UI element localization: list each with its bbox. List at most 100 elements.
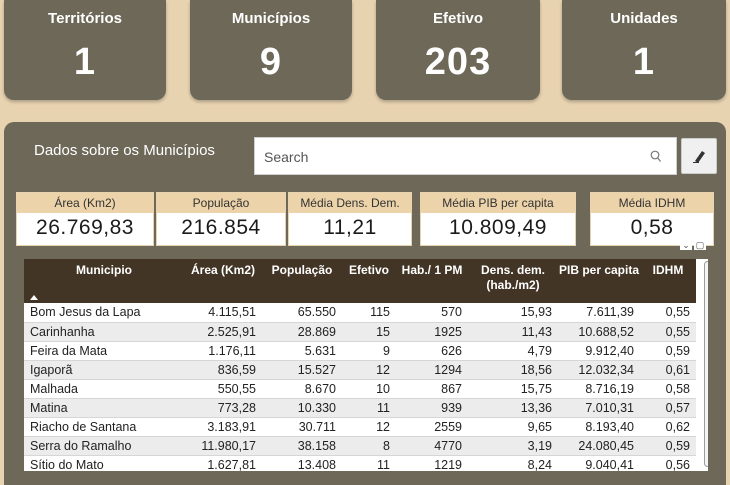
column-header-hab-pm[interactable]: Hab./ 1 PM	[396, 259, 468, 303]
table-cell: 5.631	[262, 341, 342, 361]
metric-value: 216.854	[181, 216, 261, 239]
search-icon[interactable]	[650, 150, 662, 164]
table-cell: 0,59	[640, 436, 696, 456]
table-cell: 13,36	[468, 398, 558, 418]
table-cell: 0,61	[640, 360, 696, 380]
table-cell: 15	[342, 322, 396, 342]
table-cell: 24.080,45	[558, 436, 640, 456]
table-cell: 1.627,81	[184, 455, 262, 471]
column-header-populacao[interactable]: População	[262, 259, 342, 303]
table-cell: 7.611,39	[558, 303, 640, 323]
table-cell: Matina	[24, 398, 184, 418]
table-cell: 0,58	[640, 379, 696, 399]
metric-label: Média PIB per capita	[421, 193, 575, 213]
table-cell: 9,65	[468, 417, 558, 437]
focus-mode-icon[interactable]: ▢	[694, 240, 706, 250]
table-cell: Feira da Mata	[24, 341, 184, 361]
column-header-pib[interactable]: PIB per capita	[558, 259, 640, 303]
kpi-card-unidades: Unidades 1	[562, 0, 726, 100]
table-cell: 8.193,40	[558, 417, 640, 437]
metric-label: Média Dens. Dem.	[289, 193, 411, 213]
column-header-densidade[interactable]: Dens. dem. (hab./m2)	[468, 259, 558, 303]
kpi-value: 203	[424, 41, 492, 83]
metric-value: 11,21	[323, 216, 377, 239]
column-header-efetivo[interactable]: Efetivo	[342, 259, 396, 303]
table-cell: 867	[396, 379, 468, 399]
table-cell: Carinhanha	[24, 322, 184, 342]
table-cell: Serra do Ramalho	[24, 436, 184, 456]
table-cell: 11	[342, 455, 396, 471]
table-cell: 7.010,31	[558, 398, 640, 418]
kpi-card-territorios: Territórios 1	[4, 0, 166, 100]
kpi-value: 9	[259, 41, 283, 83]
table-cell: 2.525,91	[184, 322, 262, 342]
metric-value: 26.769,83	[36, 216, 134, 239]
metric-idhm: Média IDHM 0,58	[590, 192, 714, 246]
table-cell: 2559	[396, 417, 468, 437]
kpi-card-efetivo: Efetivo 203	[376, 0, 540, 100]
table-cell: 8	[342, 436, 396, 456]
table-cell: 626	[396, 341, 468, 361]
search-box[interactable]	[254, 137, 677, 175]
metric-populacao: População 216.854	[156, 192, 286, 246]
table-cell: 15,75	[468, 379, 558, 399]
table-cell: 4,79	[468, 341, 558, 361]
table-row[interactable]: Igaporã 836,59 15.527 12 1294 18,56 12.032,34 0…	[24, 360, 696, 380]
table-cell: 550,55	[184, 379, 262, 399]
table-row[interactable]: Malhada 550,55 8.670 10 867 15,75 8.716,19 0,58	[24, 379, 696, 399]
table-cell: 11.980,17	[184, 436, 262, 456]
table-row[interactable]: Bom Jesus da Lapa 4.115,51 65.550 115 570 15,…	[24, 303, 696, 323]
table-row[interactable]: Feira da Mata 1.176,11 5.631 9 626 4,79 9.912,…	[24, 341, 696, 361]
table-row[interactable]: Carinhanha 2.525,91 28.869 15 1925 11,43 10.68…	[24, 322, 696, 342]
table-cell: 0,62	[640, 417, 696, 437]
sort-ascending-icon[interactable]	[30, 295, 38, 300]
kpi-value: 1	[632, 41, 656, 83]
table-scrollbar[interactable]	[704, 261, 708, 467]
table-cell: 0,55	[640, 303, 696, 323]
table-cell: 12	[342, 417, 396, 437]
table-cell: 8.670	[262, 379, 342, 399]
table-cell: 4770	[396, 436, 468, 456]
table-cell: 10.330	[262, 398, 342, 418]
table-cell: 0,57	[640, 398, 696, 418]
kpi-value: 1	[73, 41, 97, 83]
metric-value: 10.809,49	[449, 216, 547, 239]
table-cell: 0,56	[640, 455, 696, 471]
table-cell: Riacho de Santana	[24, 417, 184, 437]
clear-search-button[interactable]	[681, 138, 717, 174]
table-cell: 12.032,34	[558, 360, 640, 380]
table-cell: 773,28	[184, 398, 262, 418]
column-header-municipio[interactable]: Municipio	[24, 259, 184, 303]
table-cell: 65.550	[262, 303, 342, 323]
kpi-card-municipios: Municípios 9	[190, 0, 352, 100]
table-cell: 11,43	[468, 322, 558, 342]
visual-header-icons: ⌄ ▢	[680, 240, 712, 252]
kpi-label: Territórios	[48, 10, 122, 27]
table-cell: 3.183,91	[184, 417, 262, 437]
table-row[interactable]: Serra do Ramalho 11.980,17 38.158 8 4770 3,19…	[24, 436, 696, 456]
metric-pib: Média PIB per capita 10.809,49	[420, 192, 576, 246]
metric-label: População	[157, 193, 285, 213]
table-cell: 30.711	[262, 417, 342, 437]
column-header-idhm[interactable]: IDHM	[640, 259, 696, 303]
filter-icon[interactable]: ⌄	[680, 240, 692, 250]
table-cell: 939	[396, 398, 468, 418]
table-row[interactable]: Matina 773,28 10.330 11 939 13,36 7.010,31 0,57	[24, 398, 696, 418]
table-cell: 9	[342, 341, 396, 361]
column-header-area[interactable]: Área (Km2)	[184, 259, 262, 303]
search-input[interactable]	[264, 147, 624, 167]
table-row[interactable]: Sítio do Mato 1.627,81 13.408 11 1219 8,24 9.0…	[24, 455, 696, 471]
kpi-label: Unidades	[610, 10, 678, 27]
metric-area: Área (Km2) 26.769,83	[16, 192, 154, 246]
table-cell: 11	[342, 398, 396, 418]
table-row[interactable]: Riacho de Santana 3.183,91 30.711 12 2559 9,6…	[24, 417, 696, 437]
table-cell: 1.176,11	[184, 341, 262, 361]
metric-label: Média IDHM	[591, 193, 713, 213]
table-cell: 9.912,40	[558, 341, 640, 361]
table-cell: 15,93	[468, 303, 558, 323]
eraser-icon	[693, 151, 705, 163]
table-cell: 115	[342, 303, 396, 323]
table-cell: Bom Jesus da Lapa	[24, 303, 184, 323]
table-cell: 38.158	[262, 436, 342, 456]
municipios-table: Municipio Área (Km2) População Efetivo H…	[24, 259, 708, 471]
